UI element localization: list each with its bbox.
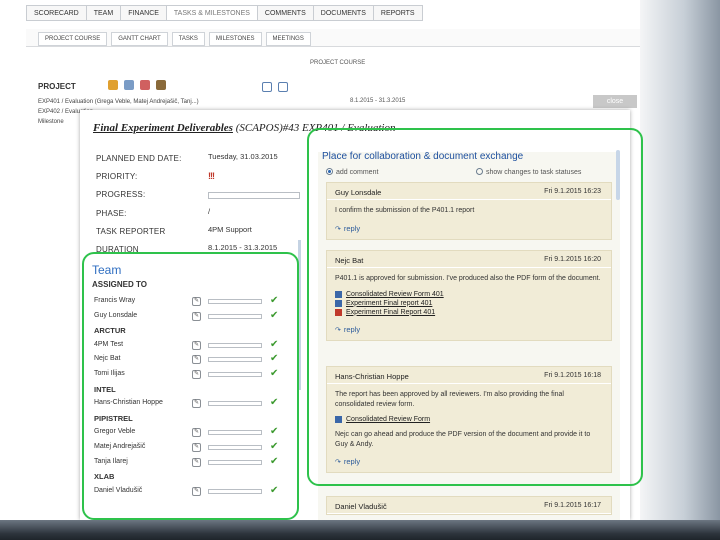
tab-tasks-milestones[interactable]: TASKS & MILESTONES [166,5,258,21]
tab-scorecard[interactable]: SCORECARD [26,5,87,21]
project-toolbar-right [262,82,288,92]
subtab-milestones[interactable]: MILESTONES [208,32,262,46]
team-highlight-label: Team [92,263,122,277]
prop-planned-end-date: PLANNED END DATE: Tuesday, 31.03.2015 [96,152,304,172]
task-title-main: Final Experiment Deliverables [93,122,233,134]
close-button[interactable]: close [593,95,637,108]
prop-value: / [208,206,211,216]
folder-icon[interactable] [108,80,118,90]
prop-label: PHASE: [96,208,127,218]
users-icon[interactable] [156,80,166,90]
subtab-tasks[interactable]: TASKS [171,32,205,46]
comment-author: Daniel Vladušič [335,502,387,511]
collaboration-highlight-label: Place for collaboration & document excha… [322,151,524,162]
slide-right-gradient [640,0,720,540]
tab-reports[interactable]: REPORTS [373,5,423,21]
project-toolbar [108,80,166,90]
tag-icon[interactable] [140,80,150,90]
tab-team[interactable]: TEAM [86,5,122,21]
slide-bottom-bar [0,520,720,540]
sub-tab-bar: PROJECT COURSE GANTT CHART TASKS MILESTO… [26,29,640,47]
comment-header: Daniel Vladušič Fri 9.1.2015 16:17 [327,497,611,514]
collaboration-highlight-box [307,128,643,486]
subtab-gantt-chart[interactable]: GANTT CHART [111,32,168,46]
export-icon[interactable] [262,82,272,92]
tab-comments[interactable]: COMMENTS [257,5,314,21]
progress-bar [208,192,300,200]
project-heading: PROJECT [38,82,76,91]
document-icon[interactable] [124,80,134,90]
prop-priority: PRIORITY: !!! [96,171,304,190]
prop-value: 8.1.2015 - 31.3.2015 [208,242,278,252]
prop-label: PRIORITY: [96,172,138,182]
project-row[interactable]: EXP401 / Evaluation (Grega Veble, Matej … [38,97,199,107]
tab-finance[interactable]: FINANCE [121,5,167,21]
prop-progress: PROGRESS: [96,190,304,208]
comment-card: Daniel Vladušič Fri 9.1.2015 16:17 [326,496,612,515]
subtab-project-course[interactable]: PROJECT COURSE [38,32,108,46]
prop-label: PLANNED END DATE: [96,154,182,163]
prop-phase: PHASE: / [96,206,304,227]
prop-label: TASK REPORTER [96,226,166,236]
subtab-meetings[interactable]: MEETINGS [265,32,311,46]
main-tab-bar: SCORECARD TEAM FINANCE TASKS & MILESTONE… [26,5,423,21]
print-icon[interactable] [278,82,288,92]
team-highlight-box [82,252,299,520]
prop-value: Tuesday, 31.03.2015 [208,152,278,161]
tab-documents[interactable]: DOCUMENTS [313,5,374,21]
task-properties: PLANNED END DATE: Tuesday, 31.03.2015 PR… [96,152,304,263]
project-date-range: 8.1.2015 - 31.3.2015 [350,98,406,104]
prop-label: PROGRESS: [96,190,146,200]
priority-high-icon: !!! [208,171,215,182]
comment-date: Fri 9.1.2015 16:17 [544,502,601,509]
prop-value: 4PM Support [208,224,252,234]
section-caption: PROJECT COURSE [310,60,366,66]
